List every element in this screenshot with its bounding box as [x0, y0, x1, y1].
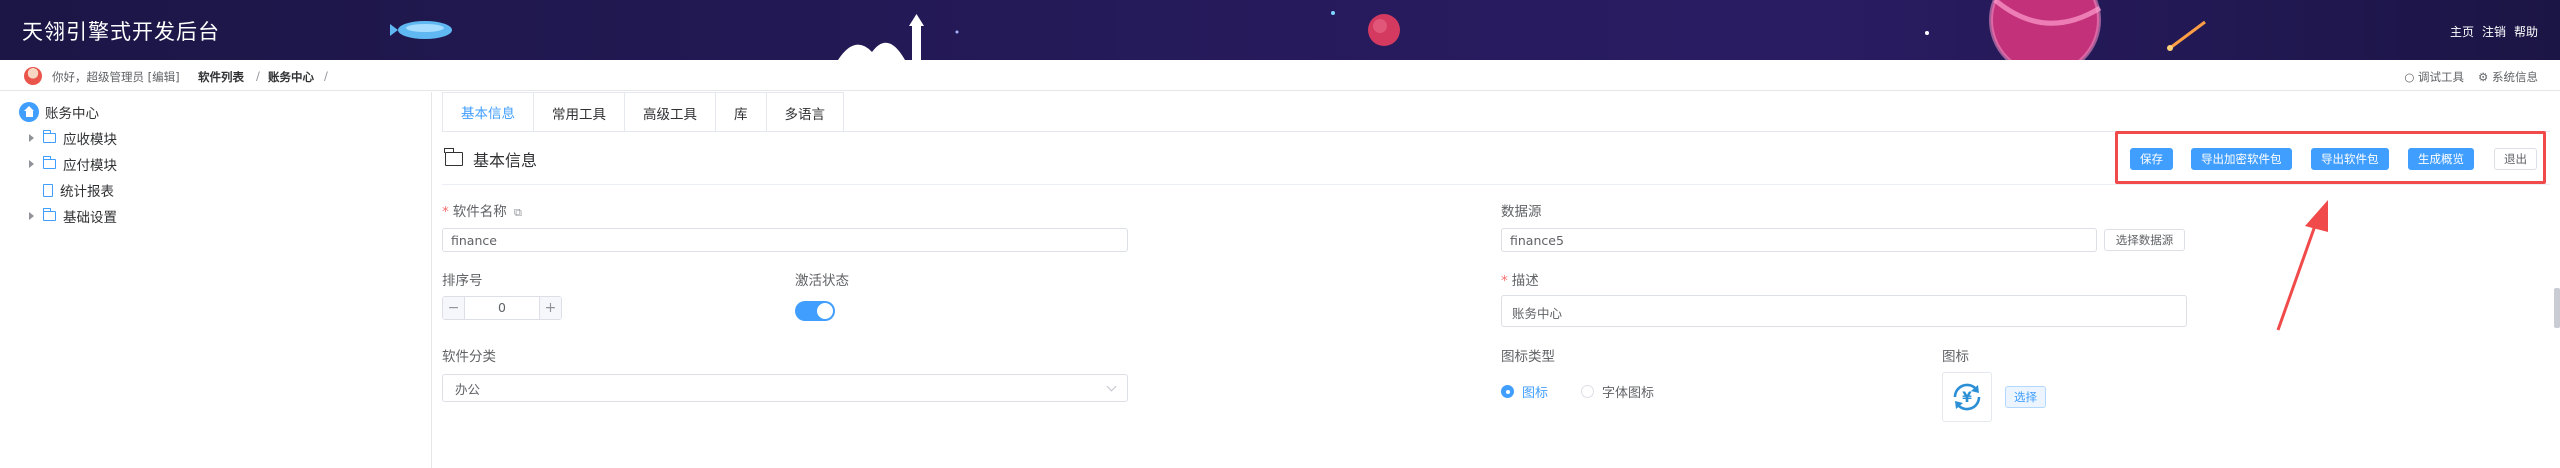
- top-header: 天翎引擎式开发后台 主页 注销 帮助: [0, 0, 2560, 60]
- category-selected-value: 办公: [455, 381, 481, 397]
- decrement-button[interactable]: −: [443, 297, 465, 319]
- debug-tools-label: 调试工具: [2418, 70, 2465, 84]
- software-name-label: * 软件名称 ⧉: [442, 200, 522, 220]
- select-data-source-button[interactable]: 选择数据源: [2104, 229, 2185, 251]
- category-label: 软件分类: [442, 349, 496, 365]
- copy-icon[interactable]: ⧉: [514, 206, 522, 219]
- sort-order-stepper[interactable]: − 0 +: [442, 296, 562, 320]
- increment-button[interactable]: +: [539, 297, 561, 319]
- chevron-down-icon: [1106, 381, 1117, 392]
- data-source-label: 数据源: [1501, 204, 1542, 220]
- sidebar-tree: 账务中心 应收模块 应付模块 统计报表 基础设置: [0, 92, 432, 468]
- category-select[interactable]: 办公: [442, 374, 1128, 402]
- section-divider: [442, 184, 2550, 185]
- tree-item-payables[interactable]: 应付模块: [29, 154, 117, 174]
- tab-common-tools[interactable]: 常用工具: [534, 93, 625, 132]
- software-name-input[interactable]: finance: [442, 228, 1128, 252]
- home-link[interactable]: 主页: [2450, 23, 2474, 40]
- tab-bar: 基本信息 常用工具 高级工具 库 多语言: [442, 92, 844, 132]
- expand-caret-icon[interactable]: [29, 160, 34, 168]
- radio-checked-icon: [1501, 385, 1514, 398]
- currency-refresh-icon: ¥: [1953, 383, 1981, 411]
- tree-item-label: 应收模块: [63, 132, 117, 148]
- user-greeting[interactable]: 你好，超级管理员 [编辑]: [52, 69, 180, 85]
- tool-links: ○ 调试工具 ⚙ 系统信息: [2404, 69, 2538, 85]
- tree-item-label: 基础设置: [63, 210, 117, 226]
- scrollbar-handle[interactable]: [2554, 288, 2560, 328]
- breadcrumb-bar: 你好，超级管理员 [编辑] 软件列表 / 账务中心 / ○ 调试工具 ⚙ 系统信…: [0, 60, 2560, 91]
- home-icon: [19, 102, 39, 122]
- active-state-toggle[interactable]: [795, 301, 835, 321]
- icon-type-radio-icon[interactable]: 图标: [1501, 382, 1548, 401]
- svg-text:¥: ¥: [1962, 390, 1972, 406]
- folder-icon: [43, 208, 56, 221]
- exit-button[interactable]: 退出: [2494, 148, 2537, 170]
- choose-icon-button[interactable]: 选择: [2005, 386, 2046, 408]
- save-button[interactable]: 保存: [2130, 148, 2173, 170]
- radio-label: 图标: [1522, 386, 1549, 401]
- active-state-label: 激活状态: [795, 273, 849, 289]
- tree-item-receivables[interactable]: 应收模块: [29, 128, 117, 148]
- description-textarea[interactable]: 账务中心: [1501, 295, 2187, 327]
- breadcrumb-separator: /: [256, 69, 260, 83]
- data-source-input[interactable]: finance5: [1501, 228, 2097, 252]
- system-info-link[interactable]: ⚙ 系统信息: [2478, 69, 2538, 85]
- breadcrumb-finance-center[interactable]: 账务中心: [268, 69, 314, 85]
- tree-root[interactable]: 账务中心: [19, 102, 99, 122]
- logout-link[interactable]: 注销: [2482, 23, 2506, 40]
- decorative-space-illustration: [390, 0, 2206, 60]
- export-encrypted-package-button[interactable]: 导出加密软件包: [2191, 148, 2292, 170]
- section-title: 基本信息: [444, 147, 538, 171]
- radio-unchecked-icon: [1581, 385, 1594, 398]
- required-mark: *: [442, 204, 449, 220]
- folder-icon: [444, 148, 463, 166]
- icon-type-radio-font-icon[interactable]: 字体图标: [1581, 382, 1654, 401]
- breadcrumb-separator: /: [324, 69, 328, 83]
- section-title-text: 基本信息: [473, 151, 538, 170]
- description-label: * 描述: [1501, 269, 1539, 289]
- tab-advanced-tools[interactable]: 高级工具: [625, 93, 716, 132]
- radio-label: 字体图标: [1602, 386, 1655, 401]
- tree-item-label: 统计报表: [60, 184, 114, 200]
- required-mark: *: [1501, 273, 1508, 289]
- folder-icon: [43, 130, 56, 143]
- sort-order-value[interactable]: 0: [465, 297, 539, 319]
- user-avatar[interactable]: [24, 67, 42, 85]
- debug-tools-link[interactable]: ○ 调试工具: [2404, 69, 2464, 85]
- gear-icon: ⚙: [2478, 70, 2492, 84]
- tab-library[interactable]: 库: [716, 93, 767, 132]
- tab-multilanguage[interactable]: 多语言: [766, 93, 843, 132]
- tree-item-label: 应付模块: [63, 158, 117, 174]
- expand-caret-icon[interactable]: [29, 212, 34, 220]
- tree-item-reports[interactable]: 统计报表: [43, 180, 114, 200]
- help-link[interactable]: 帮助: [2514, 23, 2538, 40]
- generate-overview-button[interactable]: 生成概览: [2408, 148, 2474, 170]
- debug-icon: ○: [2404, 70, 2419, 84]
- export-package-button[interactable]: 导出软件包: [2311, 148, 2389, 170]
- icon-type-label: 图标类型: [1501, 349, 1555, 365]
- tree-root-label: 账务中心: [45, 106, 99, 122]
- icon-label: 图标: [1942, 349, 1969, 365]
- folder-icon: [43, 156, 56, 169]
- tab-basic-info[interactable]: 基本信息: [443, 93, 534, 132]
- breadcrumb-software-list[interactable]: 软件列表: [198, 69, 244, 85]
- header-links: 主页 注销 帮助: [2450, 23, 2538, 40]
- system-info-label: 系统信息: [2492, 70, 2538, 84]
- tree-item-basic-settings[interactable]: 基础设置: [29, 206, 117, 226]
- software-name-label-text: 软件名称: [452, 204, 507, 220]
- icon-preview: ¥: [1942, 372, 1992, 422]
- expand-caret-icon[interactable]: [29, 134, 34, 142]
- description-label-text: 描述: [1511, 273, 1539, 289]
- sort-order-label: 排序号: [442, 273, 483, 289]
- document-icon: [43, 183, 53, 197]
